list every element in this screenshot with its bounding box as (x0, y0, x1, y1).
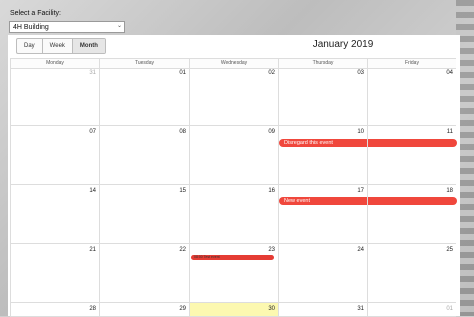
day-cell[interactable]: 10 Disregard this event (278, 126, 457, 185)
day-number: 11 (446, 129, 453, 135)
day-cell[interactable]: 11 (367, 126, 456, 185)
day-cell-today[interactable]: 30 (189, 303, 278, 317)
day-number: 14 (89, 188, 96, 194)
day-cell[interactable]: 07 (10, 126, 99, 185)
day-number: 25 (446, 247, 453, 253)
day-cell[interactable]: 23 08:00 Test event (189, 244, 278, 303)
day-cell[interactable]: 09 (189, 126, 278, 185)
day-cell[interactable]: 01 (367, 303, 456, 317)
day-number: 02 (268, 70, 275, 76)
day-cell[interactable]: 14 (10, 185, 99, 244)
day-cell[interactable]: 29 (99, 303, 189, 317)
day-number: 28 (89, 306, 96, 312)
facility-selected-value: 4H Building (13, 24, 49, 31)
day-number: 23 (268, 247, 275, 253)
view-day-button[interactable]: Day (17, 39, 43, 53)
day-cell[interactable]: 01 (99, 67, 189, 126)
day-number: 10 (357, 129, 364, 135)
day-number: 31 (357, 306, 364, 312)
view-toggle: Day Week Month (16, 38, 106, 54)
calendar-title: January 2019 (312, 39, 374, 50)
calendar-panel: Day Week Month January 2019 Monday Tuesd… (8, 35, 460, 317)
facility-select[interactable]: 4H Building ⌄ (9, 21, 125, 33)
day-cell[interactable]: 28 (10, 303, 99, 317)
view-week-button[interactable]: Week (43, 39, 73, 53)
day-number: 24 (357, 247, 364, 253)
day-cell[interactable]: 31 (10, 67, 99, 126)
day-cell[interactable]: 03 (278, 67, 367, 126)
day-headers: Monday Tuesday Wednesday Thursday Friday (10, 58, 460, 69)
day-number: 09 (268, 129, 275, 135)
day-cell[interactable]: 02 (189, 67, 278, 126)
day-number: 15 (179, 188, 186, 194)
day-number: 07 (89, 129, 96, 135)
day-number: 29 (179, 306, 186, 312)
day-cell[interactable]: 17 New event (278, 185, 457, 244)
day-number: 30 (268, 306, 275, 312)
view-month-button[interactable]: Month (72, 39, 105, 53)
day-cell[interactable]: 16 (189, 185, 278, 244)
day-cell[interactable]: 18 (367, 185, 456, 244)
chevron-down-icon: ⌄ (116, 23, 122, 29)
day-cell[interactable]: 08 (99, 126, 189, 185)
day-number: 31 (89, 70, 96, 76)
day-number: 08 (179, 129, 186, 135)
day-number: 01 (179, 70, 186, 76)
day-number: 16 (268, 188, 275, 194)
facility-label: Select a Facility: (10, 10, 61, 17)
day-number: 22 (179, 247, 186, 253)
day-cell[interactable]: 21 (10, 244, 99, 303)
day-cell[interactable]: 31 (278, 303, 367, 317)
day-number: 17 (357, 188, 364, 194)
day-number: 03 (357, 70, 364, 76)
day-cell[interactable]: 25 (367, 244, 456, 303)
day-number: 04 (446, 70, 453, 76)
day-number: 18 (446, 188, 453, 194)
day-cell[interactable]: 22 (99, 244, 189, 303)
event-test[interactable]: 08:00 Test event (191, 255, 274, 260)
day-cell[interactable]: 24 (278, 244, 367, 303)
day-number: 01 (446, 306, 453, 312)
month-grid: 31 01 02 03 04 07 08 09 10 Disregard thi… (10, 67, 460, 317)
day-number: 21 (89, 247, 96, 253)
day-cell[interactable]: 15 (99, 185, 189, 244)
day-cell[interactable]: 04 (367, 67, 456, 126)
